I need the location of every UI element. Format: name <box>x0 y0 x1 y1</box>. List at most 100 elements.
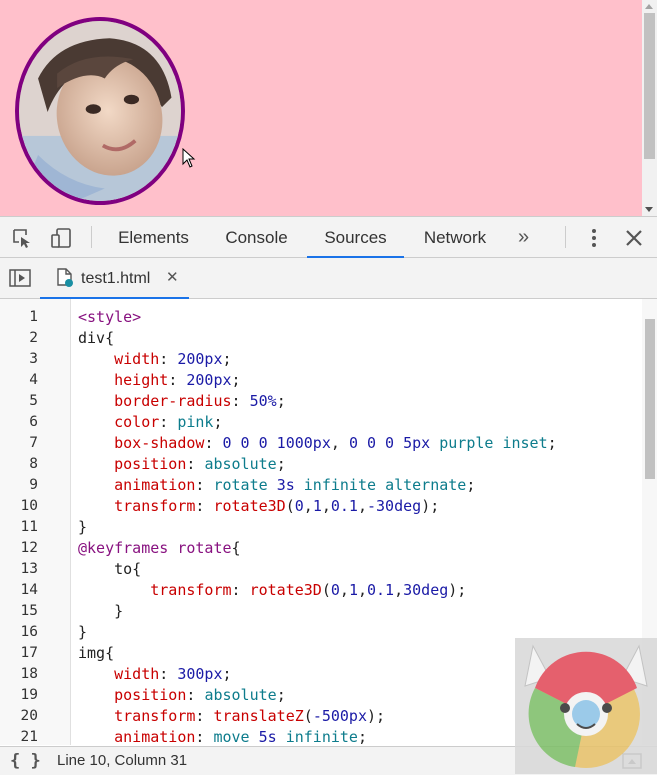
code-line[interactable]: to{ <box>78 559 141 580</box>
line-number: 7 <box>29 435 38 451</box>
code-token: 300px <box>177 665 223 683</box>
circular-photo <box>15 17 185 205</box>
line-number: 15 <box>20 603 38 619</box>
file-tab-test1[interactable]: test1.html ✕ <box>40 258 189 299</box>
code-line[interactable]: color: pink; <box>78 412 223 433</box>
code-token: rotate3D <box>249 581 322 599</box>
file-tab-close-icon[interactable]: ✕ <box>166 258 179 298</box>
code-token: ; <box>276 455 286 473</box>
code-line[interactable]: width: 300px; <box>78 664 231 685</box>
code-line[interactable]: transform: rotate3D(0,1,0.1,30deg); <box>78 580 466 601</box>
code-token: color <box>114 413 160 431</box>
code-token: rotate <box>213 476 268 494</box>
line-number: 6 <box>29 414 38 430</box>
code-token: : <box>195 728 214 745</box>
line-number: 1 <box>29 309 38 325</box>
code-token: } <box>78 623 88 641</box>
navigator-toggle-icon[interactable] <box>8 268 32 288</box>
code-token: : <box>231 581 250 599</box>
code-token: border-radius <box>114 392 232 410</box>
code-token: position <box>114 455 187 473</box>
code-token: 0 <box>294 497 304 515</box>
code-token: animation <box>114 476 196 494</box>
code-line[interactable]: } <box>78 517 87 538</box>
line-number: 17 <box>20 645 38 661</box>
portrait-image <box>19 21 181 201</box>
code-token: : <box>159 350 178 368</box>
editor-scrollbar-thumb[interactable] <box>645 319 655 479</box>
code-token: absolute <box>204 686 277 704</box>
code-token: } <box>78 518 88 536</box>
tab-console[interactable]: Console <box>210 217 303 257</box>
line-number-gutter: 1 2 3 4 5 6 7 8 9 10 11 12 13 14 15 16 17 18 19 20 21 <box>0 299 71 745</box>
device-toolbar-icon[interactable] <box>50 227 72 249</box>
code-line[interactable]: transform: translateZ(-500px); <box>78 706 385 727</box>
more-vert-icon[interactable] <box>583 227 605 249</box>
tab-sources[interactable]: Sources <box>307 217 404 258</box>
inspect-element-icon[interactable] <box>11 227 33 249</box>
code-line[interactable]: animation: rotate 3s infinite alternate; <box>78 475 475 496</box>
page-scrollbar[interactable] <box>642 0 657 216</box>
code-token: ); <box>367 707 386 725</box>
code-token: ); <box>448 581 467 599</box>
code-token: 50% <box>249 392 277 410</box>
page-viewport <box>0 0 657 216</box>
code-line[interactable]: width: 200px; <box>78 349 231 370</box>
code-token: to{ <box>78 560 142 578</box>
code-token: , <box>394 581 404 599</box>
code-line[interactable]: height: 200px; <box>78 370 241 391</box>
code-token: transform <box>150 581 232 599</box>
code-line[interactable]: @keyframes rotate{ <box>78 538 241 559</box>
code-token: ; <box>276 392 286 410</box>
toolbar-divider <box>565 226 566 248</box>
code-token: : <box>186 455 205 473</box>
code-token: ; <box>231 371 241 389</box>
more-tabs-button[interactable]: » <box>518 217 529 257</box>
code-token: : <box>186 686 205 704</box>
code-line[interactable]: } <box>78 601 123 622</box>
code-token: : <box>159 665 178 683</box>
code-token: ; <box>213 413 223 431</box>
code-line[interactable]: box-shadow: 0 0 0 1000px, 0 0 0 5px purp… <box>78 433 557 454</box>
code-line[interactable]: border-radius: 50%; <box>78 391 286 412</box>
line-number: 18 <box>20 666 38 682</box>
code-token: 3s <box>276 476 295 494</box>
code-token: ); <box>421 497 440 515</box>
code-line[interactable]: <style> <box>78 307 141 328</box>
code-line[interactable]: img{ <box>78 643 114 664</box>
code-line[interactable]: div{ <box>78 328 114 349</box>
code-token: : <box>195 707 214 725</box>
scrollbar-thumb[interactable] <box>644 13 655 159</box>
cursor-position: Line 10, Column 31 <box>57 752 188 769</box>
code-token: ( <box>285 497 295 515</box>
tab-elements[interactable]: Elements <box>105 217 202 257</box>
code-token: 5s <box>258 728 277 745</box>
code-line[interactable]: } <box>78 622 87 643</box>
tab-network[interactable]: Network <box>408 217 502 257</box>
close-icon[interactable] <box>623 227 645 249</box>
code-token: div{ <box>78 329 115 347</box>
code-token: 200px <box>186 371 232 389</box>
line-number: 4 <box>29 372 38 388</box>
scroll-down-arrow-icon[interactable] <box>645 207 653 212</box>
code-line[interactable]: animation: move 5s infinite; <box>78 727 367 745</box>
code-token: width <box>114 665 160 683</box>
pretty-print-button[interactable]: { } <box>10 747 41 775</box>
code-line[interactable]: position: absolute; <box>78 685 286 706</box>
code-line[interactable]: transform: rotate3D(0,1,0.1,-30deg); <box>78 496 439 517</box>
line-number: 8 <box>29 456 38 472</box>
code-line[interactable]: position: absolute; <box>78 454 286 475</box>
code-token: position <box>114 686 187 704</box>
line-number: 12 <box>20 540 38 556</box>
line-number: 9 <box>29 477 38 493</box>
scroll-up-arrow-icon[interactable] <box>645 4 653 9</box>
line-number: 21 <box>20 729 38 745</box>
code-token: rotate3D <box>213 497 286 515</box>
code-token: rotate <box>177 539 232 557</box>
